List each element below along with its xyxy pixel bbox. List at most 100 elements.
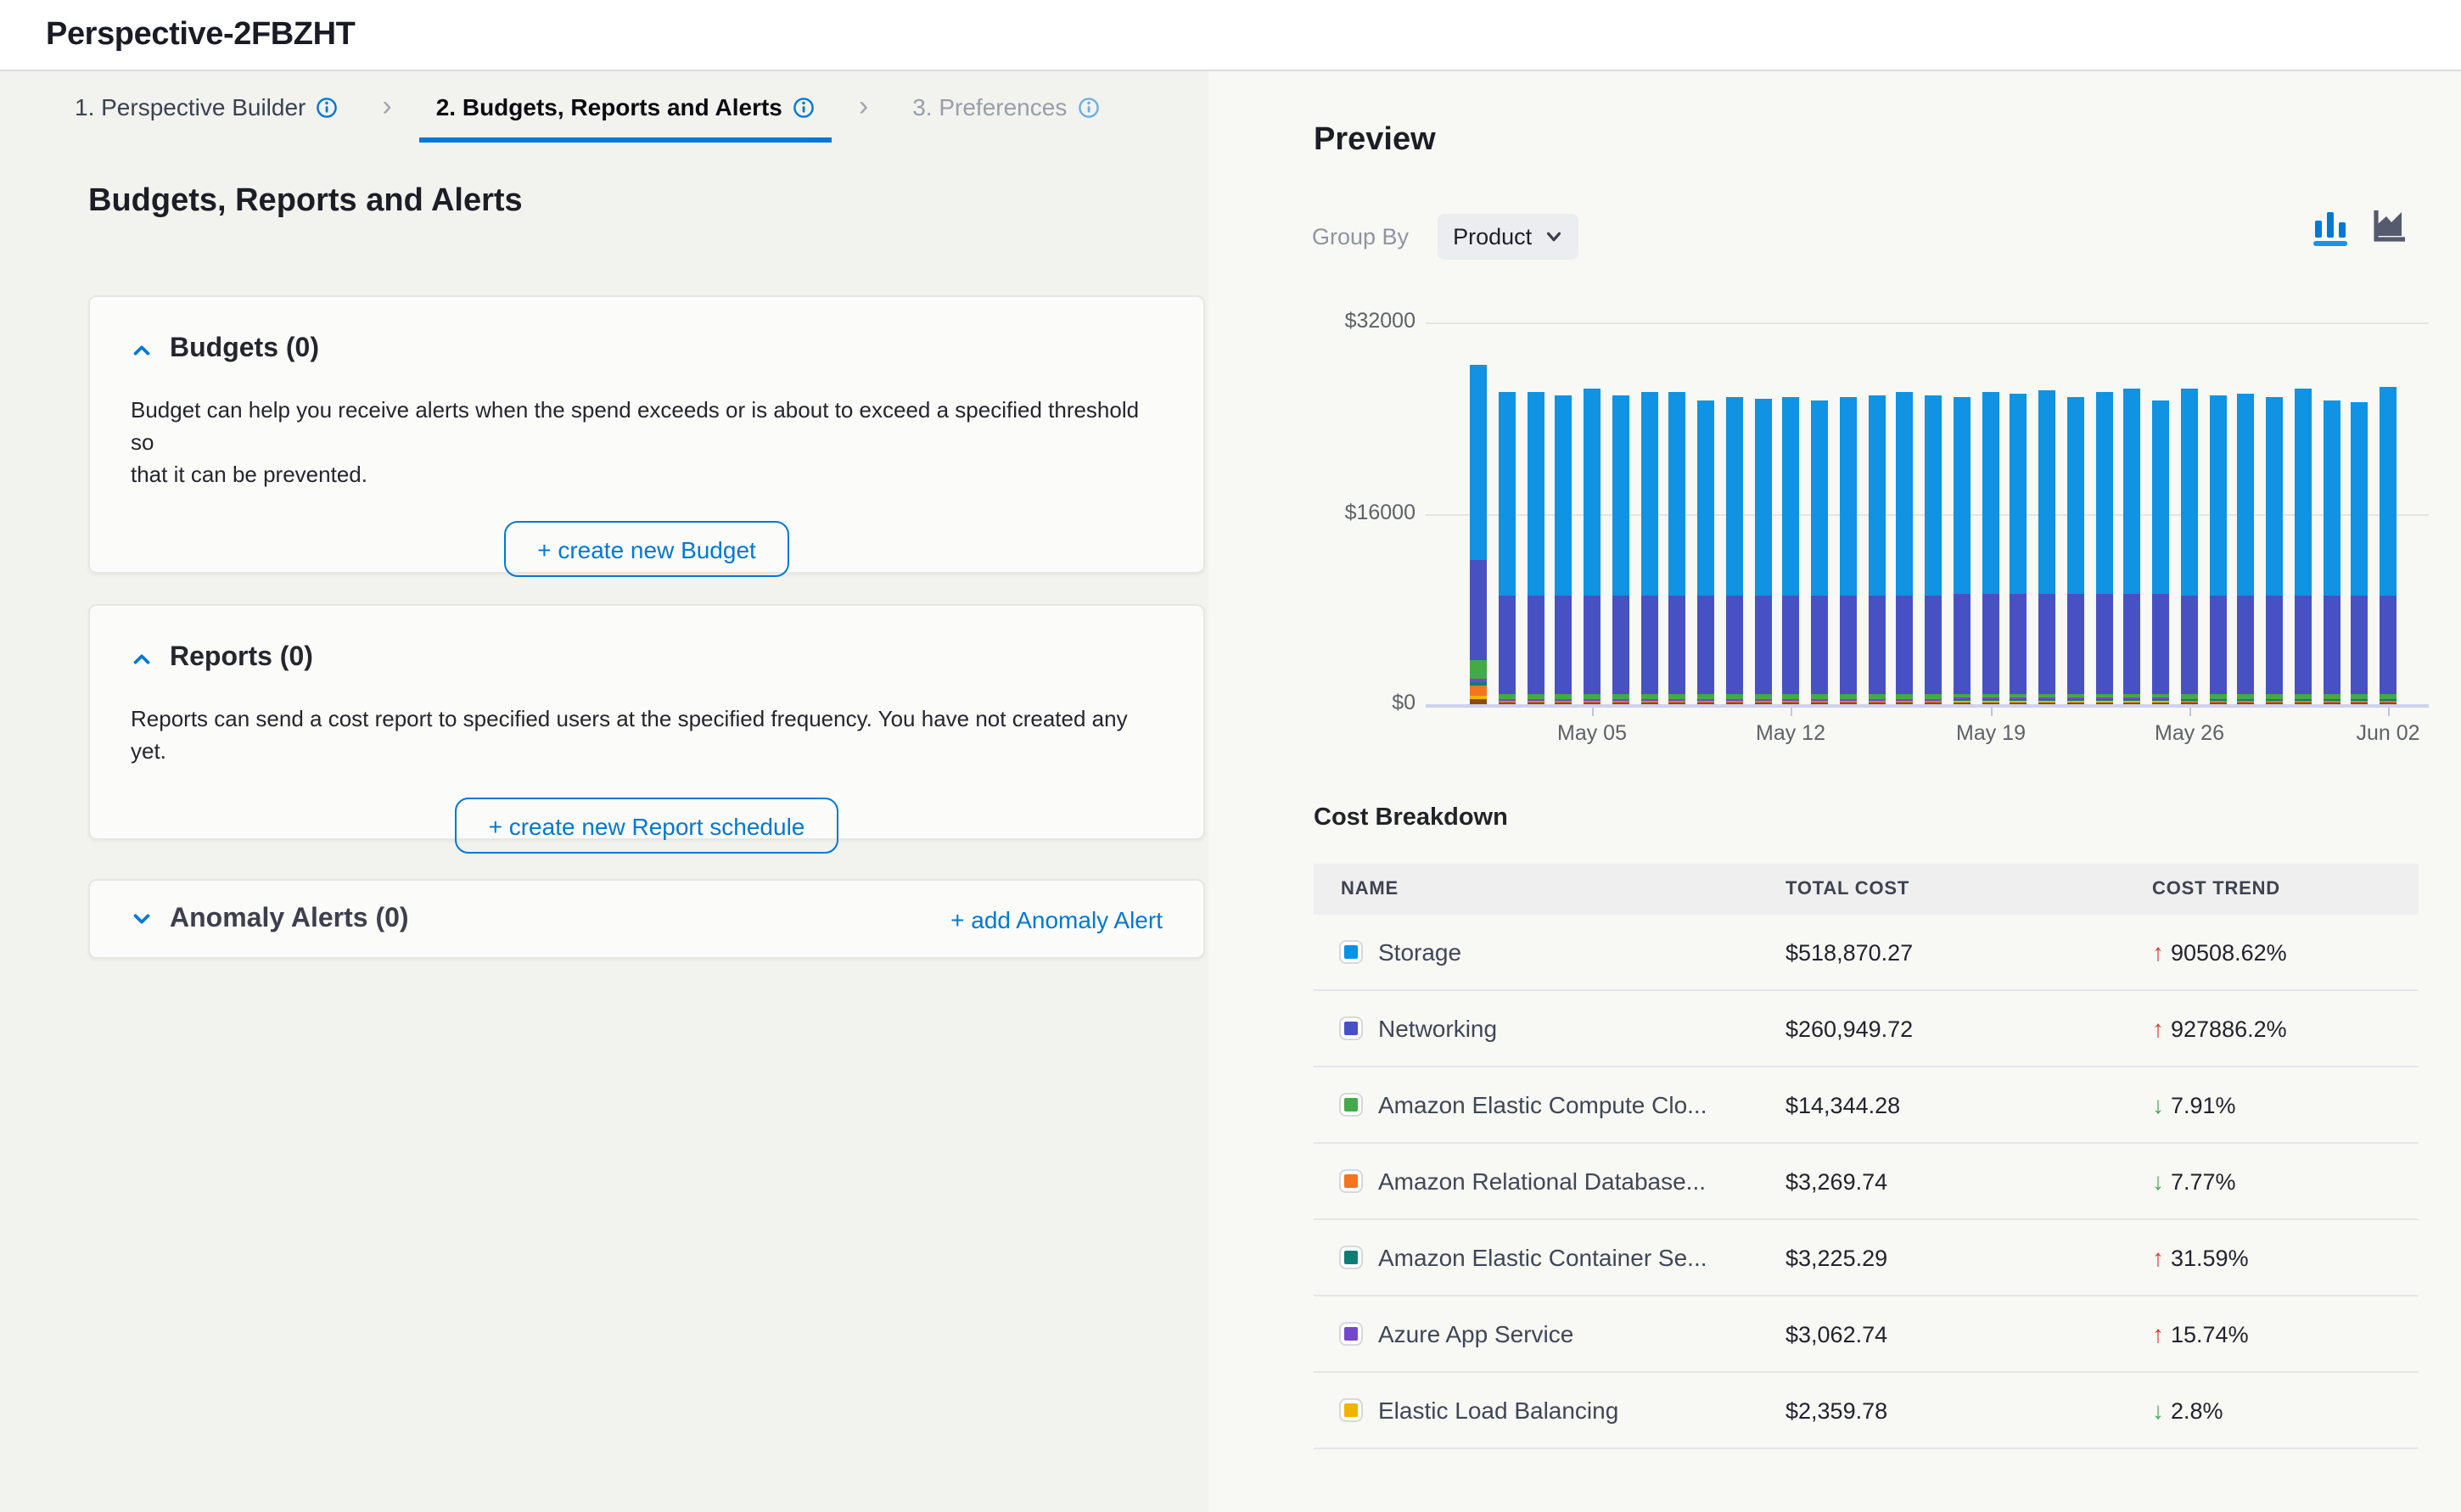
group-by-value: Product: [1453, 224, 1532, 249]
cell-name: Networking: [1341, 1015, 1785, 1042]
cell-total-cost: $260,949.72: [1785, 1016, 2152, 1041]
series-color-chip-icon: [1341, 1018, 1361, 1039]
stacked-bar-may-06[interactable]: [1612, 395, 1629, 704]
stacked-bar-may-17[interactable]: [1925, 395, 1942, 704]
bar-segment: [1869, 395, 1886, 595]
bar-segment: [1925, 596, 1942, 695]
bar-segment: [2295, 595, 2312, 694]
group-by-select[interactable]: Product: [1438, 214, 1578, 260]
stacked-bar-jun-02[interactable]: [2380, 388, 2397, 704]
create-budget-button[interactable]: + create new Budget: [503, 521, 790, 577]
stacked-bar-may-30[interactable]: [2295, 389, 2312, 704]
stacked-bar-may-28[interactable]: [2237, 394, 2254, 704]
bar-segment: [2181, 389, 2198, 595]
bar-segment: [1470, 686, 1487, 696]
stacked-bar-may-03[interactable]: [1528, 392, 1544, 704]
x-axis-tick: [1791, 708, 1792, 716]
stacked-bar-may-09[interactable]: [1697, 400, 1714, 704]
stacked-bar-may-19[interactable]: [1982, 391, 1999, 704]
stacked-bar-may-25[interactable]: [2152, 400, 2169, 704]
table-row[interactable]: Azure App Service$3,062.74↑15.74%: [1314, 1296, 2419, 1373]
stacked-bar-may-26[interactable]: [2181, 389, 2198, 704]
bar-segment: [1896, 596, 1913, 695]
trend-down-arrow-icon: ↓: [2152, 1091, 2164, 1118]
bar-segment: [1726, 596, 1743, 695]
table-row[interactable]: Amazon Elastic Compute Clo...$14,344.28↓…: [1314, 1067, 2419, 1144]
stacked-bar-may-22[interactable]: [2067, 397, 2084, 704]
bar-segment: [1726, 397, 1743, 595]
wizard-tabs: 1. Perspective Builder›2. Budgets, Repor…: [0, 71, 1208, 143]
bar-segment: [2380, 595, 2397, 694]
bar-segment: [1782, 396, 1799, 595]
stacked-bar-may-04[interactable]: [1555, 395, 1572, 704]
cost-breakdown-table: NAMETOTAL COSTCOST TREND Storage$518,870…: [1314, 864, 2419, 1449]
stacked-bar-may-16[interactable]: [1896, 392, 1913, 704]
stacked-bar-may-21[interactable]: [2038, 390, 2055, 704]
cell-name: Amazon Relational Database...: [1341, 1168, 1785, 1195]
preview-pane: Preview Group By Product: [1208, 71, 2461, 1512]
table-row[interactable]: Elastic Load Balancing$2,359.78↓2.8%: [1314, 1373, 2419, 1449]
bar-segment: [2096, 391, 2113, 594]
bar-segment: [2123, 594, 2140, 693]
table-row[interactable]: Storage$518,870.27↑90508.62%: [1314, 915, 2419, 991]
reports-card-header[interactable]: Reports (0): [131, 643, 1163, 674]
stacked-bar-may-27[interactable]: [2210, 395, 2227, 704]
bar-segment: [2324, 400, 2340, 595]
stacked-bar-may-29[interactable]: [2266, 397, 2283, 704]
stacked-bar-may-23[interactable]: [2096, 391, 2113, 704]
create-report-schedule-button[interactable]: + create new Report schedule: [455, 798, 839, 854]
group-by-label: Group By: [1312, 224, 1409, 249]
stacked-bar-may-01[interactable]: [1470, 365, 1487, 704]
stacked-bar-may-12[interactable]: [1782, 396, 1799, 704]
stacked-bar-may-10[interactable]: [1726, 397, 1743, 704]
series-color-chip-icon: [1341, 1247, 1361, 1268]
cell-cost-trend: ↓ 7.91%: [2152, 1091, 2419, 1118]
stacked-bar-may-20[interactable]: [2010, 394, 2027, 704]
bar-segment: [2152, 594, 2169, 693]
bar-segment: [1982, 391, 1999, 594]
stacked-bar-may-07[interactable]: [1641, 391, 1658, 704]
bar-segment: [2067, 594, 2084, 693]
bar-segment: [1925, 395, 1942, 596]
cell-name: Azure App Service: [1341, 1320, 1785, 1347]
stacked-bar-may-13[interactable]: [1811, 400, 1828, 704]
trend-up-arrow-icon: ↑: [2152, 1320, 2164, 1347]
trend-up-arrow-icon: ↑: [2152, 1244, 2164, 1271]
stacked-bar-may-18[interactable]: [1954, 397, 1970, 704]
stacked-bar-may-08[interactable]: [1668, 392, 1685, 704]
bar-segment: [2096, 594, 2113, 693]
budgets-card-header[interactable]: Budgets (0): [131, 334, 1163, 365]
stacked-bar-may-31[interactable]: [2324, 400, 2340, 704]
cell-cost-trend: ↑90508.62%: [2152, 938, 2419, 966]
stacked-bar-may-11[interactable]: [1755, 399, 1772, 704]
bar-segment: [2380, 388, 2397, 595]
stacked-bar-may-05[interactable]: [1584, 389, 1600, 704]
chart-type-toggles: [2312, 207, 2408, 248]
anomaly-card-header[interactable]: Anomaly Alerts (0): [131, 904, 409, 934]
table-row[interactable]: Amazon Relational Database...$3,269.74↓7…: [1314, 1144, 2419, 1220]
stacked-bar-may-14[interactable]: [1840, 396, 1857, 704]
bar-chart-icon[interactable]: [2312, 207, 2349, 248]
stacked-bar-jun-01[interactable]: [2351, 402, 2368, 704]
bar-segment: [1811, 596, 1828, 695]
wizard-tab-3[interactable]: 3. Preferences: [895, 71, 1116, 143]
trend-up-arrow-icon: ↑: [2152, 1015, 2164, 1042]
table-row[interactable]: Amazon Elastic Container Se...$3,225.29↑…: [1314, 1220, 2419, 1296]
bar-segment: [1584, 389, 1600, 595]
chevron-up-icon: [131, 647, 153, 669]
product-name: Azure App Service: [1378, 1320, 1573, 1347]
stacked-bar-may-15[interactable]: [1869, 395, 1886, 704]
wizard-tab-1[interactable]: 1. Perspective Builder: [58, 71, 355, 143]
cell-cost-trend: ↑15.74%: [2152, 1320, 2419, 1347]
table-row[interactable]: Networking$260,949.72↑927886.2%: [1314, 991, 2419, 1067]
bar-segment: [1584, 596, 1600, 695]
y-axis-tick-label: $16000: [1297, 500, 1415, 524]
area-chart-icon[interactable]: [2371, 207, 2408, 248]
trend-percent: 7.91%: [2171, 1092, 2236, 1117]
stacked-bar-may-24[interactable]: [2123, 389, 2140, 704]
add-anomaly-alert-button[interactable]: + add Anomaly Alert: [950, 905, 1163, 932]
stacked-bar-may-02[interactable]: [1499, 392, 1516, 704]
series-color-chip-icon: [1341, 1324, 1361, 1344]
bar-segment: [1755, 399, 1772, 595]
wizard-tab-2[interactable]: 2. Budgets, Reports and Alerts: [419, 71, 832, 143]
